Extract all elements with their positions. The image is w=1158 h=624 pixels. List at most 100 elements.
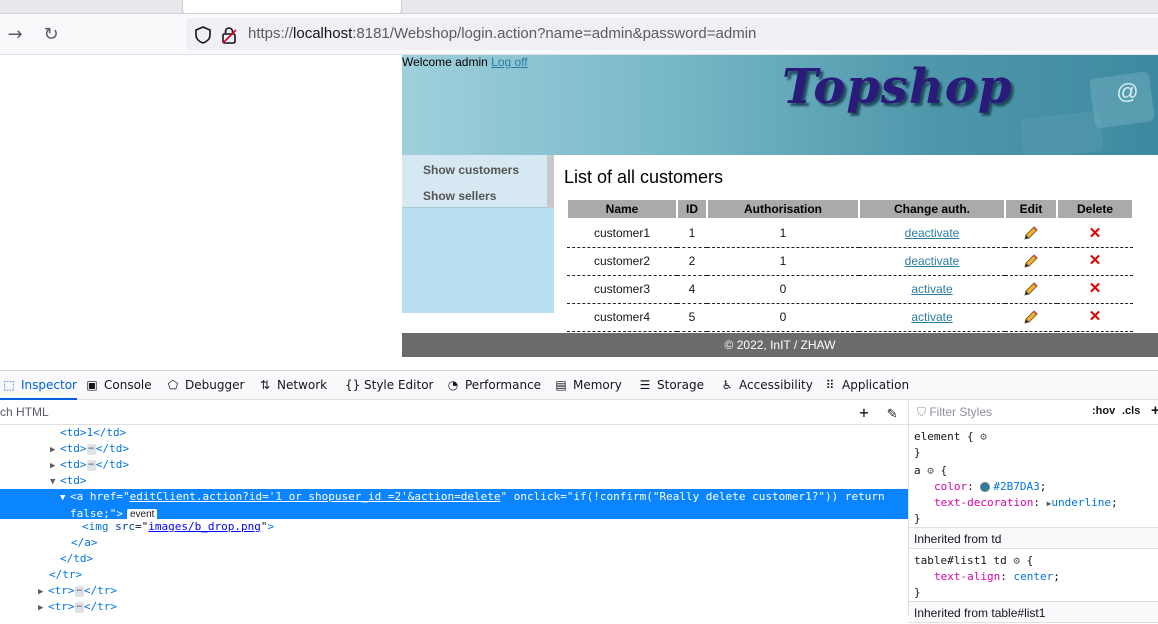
color-swatch-icon[interactable] [980,482,991,492]
column-header: Edit [1004,198,1058,220]
markup-line[interactable]: </td> [0,551,908,567]
delete-drop-icon[interactable]: ✕ [1088,253,1102,268]
gear-icon[interactable]: ⚙ [1013,554,1020,567]
markup-line[interactable]: ▶ <td> ⋯ </td> [0,441,908,457]
tab-application[interactable]: ⠿ Application [823,371,909,400]
onclick-value: if(!confirm("Really delete customer1?"))… [573,490,885,503]
markup-line[interactable]: <img src="images/b_drop.png"> [0,519,908,535]
add-rule-icon[interactable]: + [1151,402,1158,419]
declaration-text-align[interactable]: text-align: center; [914,569,1060,585]
column-header: Change auth. [858,198,1006,220]
performance-icon: ◔ [447,378,459,392]
collapsed-ellipsis-icon[interactable]: ⋯ [86,443,96,455]
href-value[interactable]: editClient.action?id='1 or shopuser_id =… [130,490,501,503]
expand-triangle-icon[interactable]: ▶ [50,458,60,474]
tab-storage[interactable]: ☰ Storage [638,371,704,400]
tab-label: Console [104,378,152,392]
delete-drop-icon[interactable]: ✕ [1088,281,1102,296]
expand-triangle-icon[interactable]: ▶ [38,584,48,600]
tab-strip [0,0,1158,14]
keyboard-key-decoration [1020,110,1104,155]
tab-inspector[interactable]: ⬚ Inspector [0,371,77,400]
accessibility-icon: ♿ [721,378,733,392]
markup-line[interactable]: ▶ <td> ⋯ </td> [0,457,908,473]
edit-cell [1005,219,1057,248]
url-text[interactable]: https://localhost:8181/Webshop/login.act… [248,25,756,42]
rule-td[interactable]: table#list1 td ⚙ { [914,553,1033,569]
active-tab[interactable] [182,0,402,14]
customer-auth: 1 [707,247,859,276]
customer-table: Name ID Authorisation Change auth. Edit … [566,198,1134,332]
lock-icon[interactable] [220,26,238,44]
markup-line[interactable]: ▼ <td> [0,473,908,489]
collapse-triangle-icon[interactable]: ▼ [60,491,70,506]
tab-performance[interactable]: ◔ Performance [446,371,541,400]
edit-cell [1005,247,1057,276]
url-rest: :8181/Webshop/login.action?name=admin&pa… [352,25,757,42]
tab-console[interactable]: ▣ Console [85,371,152,400]
reload-icon[interactable]: ↻ [40,24,62,46]
markup-line[interactable]: </a> [0,535,908,551]
hov-toggle[interactable]: :hov [1092,405,1115,417]
rule-selector: element [914,430,961,443]
sidebar-item-show-sellers[interactable]: Show sellers [423,189,496,203]
expand-triangle-icon[interactable]: ▶ [50,442,60,458]
collapse-triangle-icon[interactable]: ▼ [50,474,60,490]
property-value: center [1013,570,1054,583]
rule-close: } [914,446,921,459]
url-bar[interactable]: https://localhost:8181/Webshop/login.act… [186,18,1158,50]
inherited-header: Inherited from td [909,527,1158,549]
filter-styles-input[interactable]: ⛉ Filter Styles [917,405,992,420]
edit-pencil-icon[interactable] [1023,309,1039,325]
cls-toggle[interactable]: .cls [1122,405,1140,417]
tab-memory[interactable]: ▤ Memory [554,371,622,400]
tracking-shield-icon[interactable] [194,26,212,44]
selected-markup-node[interactable]: ▼ <a href="editClient.action?id='1 or sho… [0,489,908,521]
collapsed-ellipsis-icon[interactable]: ⋯ [74,601,84,613]
customer-id: 1 [677,219,707,248]
markup-line[interactable]: ▶ <tr> ⋯ </tr> [0,583,908,599]
change-auth-link[interactable]: activate [911,282,952,296]
tab-label: Network [277,378,328,392]
column-header: Delete [1056,198,1134,220]
tab-style-editor[interactable]: {} Style Editor [345,371,433,400]
delete-drop-icon[interactable]: ✕ [1088,226,1102,241]
add-node-icon[interactable]: + [854,403,874,423]
collapsed-ellipsis-icon[interactable]: ⋯ [74,585,84,597]
collapsed-ellipsis-icon[interactable]: ⋯ [86,459,96,471]
sidebar-scrollbar[interactable] [547,155,554,208]
sidebar-item-show-customers[interactable]: Show customers [423,163,519,177]
change-auth-link[interactable]: activate [911,310,952,324]
edit-pencil-icon[interactable] [1023,253,1039,269]
eyedropper-icon[interactable]: ✎ [882,403,902,423]
column-header: Name [566,198,678,220]
inspector-icon: ⬚ [3,378,15,392]
declaration-text-decoration[interactable]: text-decoration: ▶underline; [914,495,1118,511]
memory-icon: ▤ [555,378,567,392]
gear-icon[interactable]: ⚙ [927,464,934,477]
markup-search-input[interactable]: ch HTML [0,405,49,419]
delete-cell: ✕ [1057,275,1133,304]
tab-debugger[interactable]: ⬠ Debugger [166,371,245,400]
img-src-value[interactable]: images/b_drop.png [148,520,261,533]
forward-icon[interactable]: → [4,24,26,46]
change-auth-link[interactable]: deactivate [905,254,960,268]
markup-line[interactable]: <td>1</td> [0,425,908,441]
url-prefix: https:// [248,25,294,42]
edit-pencil-icon[interactable] [1023,281,1039,297]
markup-line[interactable]: ▶ <tr> ⋯ </tr> [0,599,908,615]
sidebar-menu: Show customers Show sellers [402,155,554,208]
delete-drop-icon[interactable]: ✕ [1088,309,1102,324]
tab-accessibility[interactable]: ♿ Accessibility [720,371,813,400]
edit-pencil-icon[interactable] [1023,225,1039,241]
tab-label: Memory [573,378,622,392]
column-header: ID [676,198,708,220]
logout-link[interactable]: Log off [491,55,527,69]
declaration-color[interactable]: color: #2B7DA3; [914,479,1046,495]
rule-element[interactable]: element { ⚙ [914,429,987,445]
rule-a[interactable]: a ⚙ { [914,463,947,479]
tab-network[interactable]: ⇅ Network [258,371,327,400]
change-auth-link[interactable]: deactivate [905,226,960,240]
gear-icon[interactable]: ⚙ [980,430,987,443]
markup-line[interactable]: </tr> [0,567,908,583]
